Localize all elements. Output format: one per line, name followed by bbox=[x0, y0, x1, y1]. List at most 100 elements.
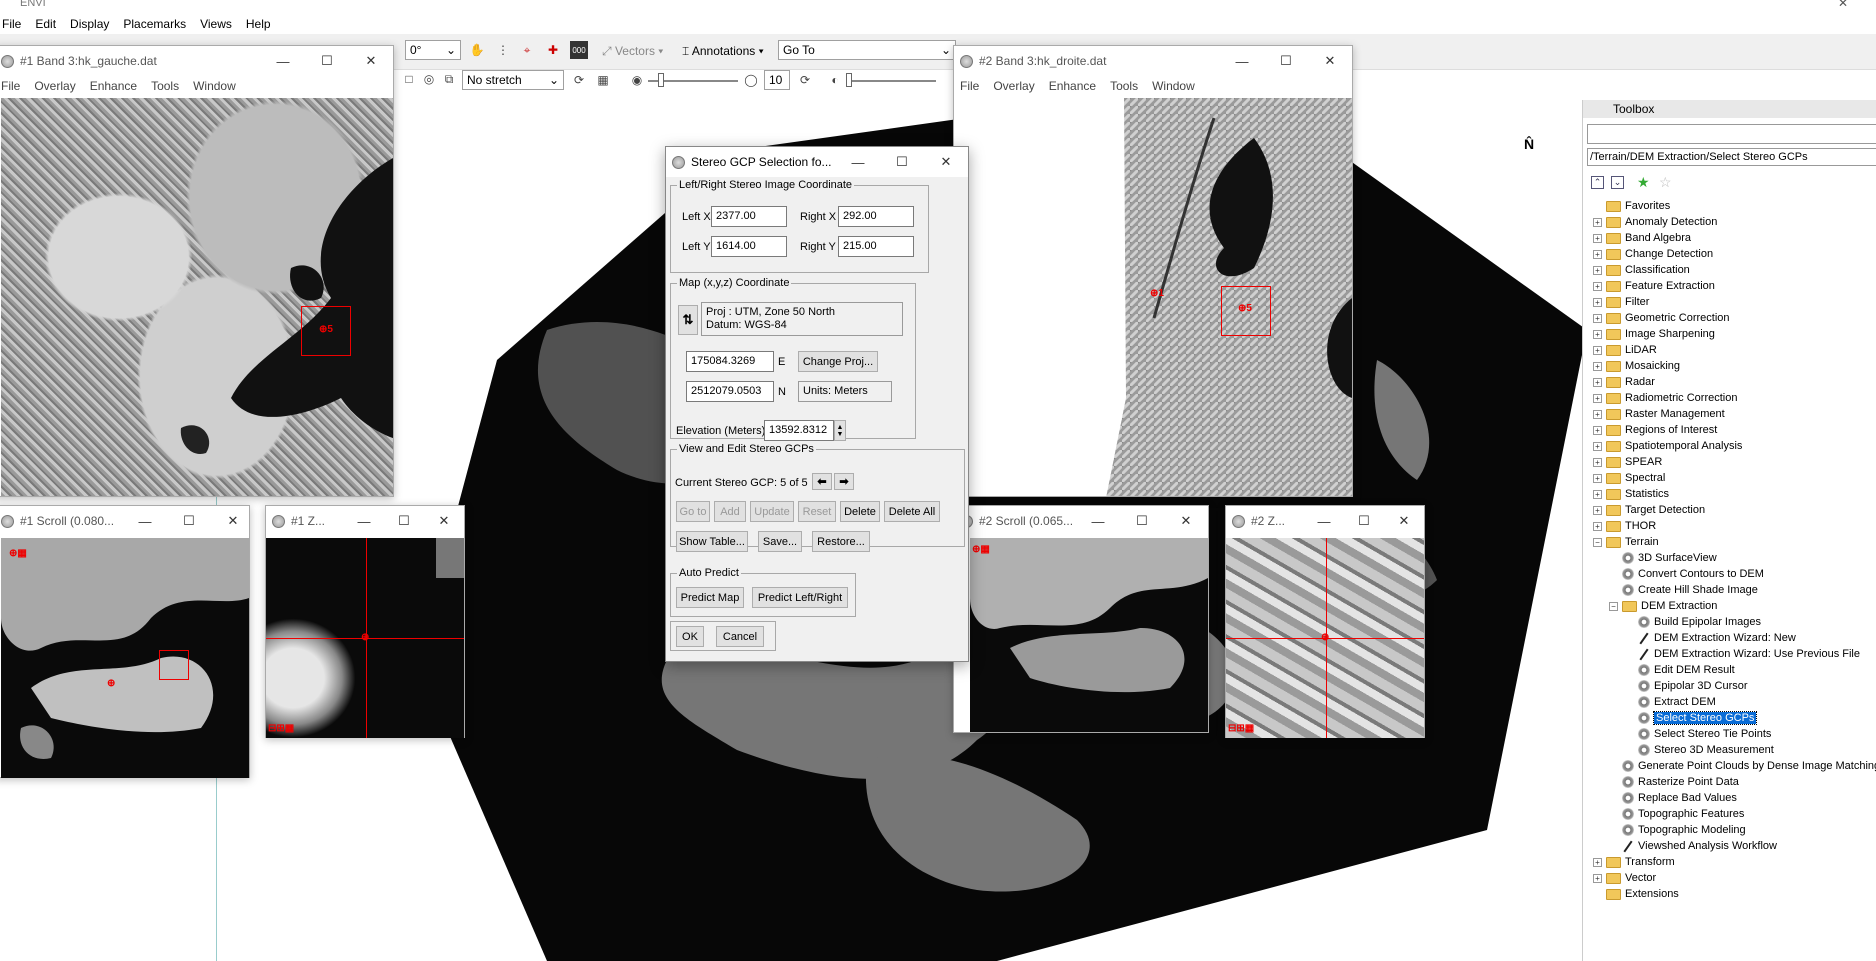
tree-item[interactable]: Replace Bad Values bbox=[1609, 792, 1737, 804]
tree-item[interactable]: Favorites bbox=[1593, 200, 1670, 212]
expand-icon[interactable]: + bbox=[1593, 425, 1602, 435]
maximize-icon[interactable]: ☐ bbox=[880, 147, 924, 177]
zoom-view[interactable]: ⊕ ⊟⊞▦ bbox=[266, 538, 464, 738]
show-table-button[interactable]: Show Table... bbox=[676, 531, 748, 552]
maximize-icon[interactable]: ☐ bbox=[384, 506, 424, 536]
pan-icon[interactable]: ✋ bbox=[468, 41, 486, 59]
save-button[interactable]: Save... bbox=[758, 531, 802, 552]
elevation-spinner[interactable]: ▲ ▼ bbox=[834, 420, 846, 441]
brightness-slider[interactable] bbox=[648, 73, 738, 87]
crosshair-icon[interactable]: ⌖ bbox=[518, 41, 536, 59]
tree-item[interactable]: Build Epipolar Images bbox=[1625, 616, 1761, 628]
menu-file[interactable]: File bbox=[960, 79, 979, 93]
refresh-icon[interactable]: ⟳ bbox=[570, 71, 588, 89]
prev-gcp-button[interactable]: ⬅ bbox=[812, 473, 832, 490]
expand-icon[interactable]: + bbox=[1593, 345, 1602, 355]
zoom-controls-icon[interactable]: ⊟⊞▦ bbox=[268, 723, 294, 734]
minimize-icon[interactable]: — bbox=[1220, 46, 1264, 76]
maximize-icon[interactable]: ☐ bbox=[305, 46, 349, 76]
add-button[interactable]: Add bbox=[714, 501, 746, 522]
vectors-dropdown[interactable]: ⤢ Vectors ▾ bbox=[602, 44, 663, 59]
easting-field[interactable]: 175084.3269 bbox=[686, 351, 774, 372]
tree-item[interactable]: + Mosaicking bbox=[1593, 360, 1680, 372]
menu-tools[interactable]: Tools bbox=[151, 79, 179, 93]
swap-arrows-button[interactable]: ⇅ bbox=[678, 305, 698, 335]
expand-icon[interactable]: + bbox=[1593, 377, 1602, 387]
change-proj-button[interactable]: Change Proj... bbox=[798, 351, 878, 372]
image-view[interactable]: ⊕5 bbox=[1, 98, 393, 496]
tree-item[interactable]: DEM Extraction Wizard: New bbox=[1625, 632, 1796, 644]
tree-item[interactable]: + SPEAR bbox=[1593, 456, 1662, 468]
minimize-icon[interactable]: — bbox=[836, 147, 880, 177]
tree-item[interactable]: Epipolar 3D Cursor bbox=[1625, 680, 1748, 692]
tree-item[interactable]: − Terrain bbox=[1593, 536, 1659, 548]
collapse-icon[interactable]: − bbox=[1593, 537, 1602, 547]
expand-icon[interactable]: + bbox=[1593, 857, 1602, 867]
expand-icon[interactable]: + bbox=[1593, 393, 1602, 403]
gcp-icon[interactable]: ✚ bbox=[544, 41, 562, 59]
zoom-view[interactable]: ⊕ ⊟⊞▦ bbox=[1226, 538, 1424, 738]
menu-tools[interactable]: Tools bbox=[1110, 79, 1138, 93]
predict-map-button[interactable]: Predict Map bbox=[676, 587, 744, 608]
next-gcp-button[interactable]: ➡ bbox=[834, 473, 854, 490]
tree-item[interactable]: Topographic Modeling bbox=[1609, 824, 1746, 836]
close-icon[interactable]: ✕ bbox=[1164, 506, 1208, 536]
goto-field[interactable]: Go To ⌄ bbox=[778, 40, 956, 60]
histogram-icon[interactable]: ▦ bbox=[594, 71, 612, 89]
gcp-marker[interactable]: ⊕5 bbox=[1238, 303, 1252, 314]
tree-item[interactable]: + Feature Extraction bbox=[1593, 280, 1715, 292]
close-icon[interactable]: ✕ bbox=[924, 147, 968, 177]
rotation-select[interactable]: 0° ⌄ bbox=[405, 40, 461, 60]
left-y-field[interactable]: 1614.00 bbox=[711, 236, 787, 257]
right-x-field[interactable]: 292.00 bbox=[838, 206, 914, 227]
brightness-icon[interactable]: ◉ bbox=[628, 71, 646, 89]
menu-edit[interactable]: Edit bbox=[35, 17, 56, 31]
expand-icon[interactable]: + bbox=[1593, 361, 1602, 371]
expand-icon[interactable]: + bbox=[1593, 297, 1602, 307]
right-y-field[interactable]: 215.00 bbox=[838, 236, 914, 257]
tree-item[interactable]: Extract DEM bbox=[1625, 696, 1716, 708]
toolbox-search-input[interactable] bbox=[1587, 124, 1876, 144]
minimize-icon[interactable]: — bbox=[261, 46, 305, 76]
tree-item[interactable]: + Radiometric Correction bbox=[1593, 392, 1737, 404]
tree-item[interactable]: + Regions of Interest bbox=[1593, 424, 1717, 436]
northing-field[interactable]: 2512079.0503 bbox=[686, 381, 774, 402]
expand-icon[interactable]: ⌄ bbox=[1611, 176, 1624, 189]
tree-item[interactable]: Stereo 3D Measurement bbox=[1625, 744, 1774, 756]
close-icon[interactable]: ✕ bbox=[1384, 506, 1424, 536]
tree-item[interactable]: DEM Extraction Wizard: Use Previous File bbox=[1625, 648, 1860, 660]
expand-icon[interactable]: + bbox=[1593, 313, 1602, 323]
tree-item[interactable]: + Filter bbox=[1593, 296, 1649, 308]
minimize-icon[interactable]: — bbox=[1076, 506, 1120, 536]
expand-icon[interactable]: + bbox=[1593, 217, 1602, 227]
scroll-view[interactable]: ⊕▦ ⊕ bbox=[1, 538, 249, 778]
transparency-slider[interactable] bbox=[846, 73, 936, 87]
tree-item[interactable]: Topographic Features bbox=[1609, 808, 1744, 820]
menu-overlay[interactable]: Overlay bbox=[993, 79, 1034, 93]
minimize-icon[interactable]: — bbox=[123, 506, 167, 536]
menu-file[interactable]: File bbox=[1, 79, 20, 93]
measure-icon[interactable]: ⋮ bbox=[494, 41, 512, 59]
close-icon[interactable]: ✕ bbox=[1838, 0, 1848, 10]
menu-placemarks[interactable]: Placemarks bbox=[123, 17, 186, 31]
expand-icon[interactable]: + bbox=[1593, 329, 1602, 339]
expand-icon[interactable]: + bbox=[1593, 233, 1602, 243]
close-icon[interactable]: ✕ bbox=[211, 506, 255, 536]
expand-icon[interactable]: + bbox=[1593, 473, 1602, 483]
expand-icon[interactable]: + bbox=[1593, 409, 1602, 419]
tree-item[interactable]: Rasterize Point Data bbox=[1609, 776, 1739, 788]
tree-item[interactable]: + Geometric Correction bbox=[1593, 312, 1730, 324]
minimize-icon[interactable]: — bbox=[1304, 506, 1344, 536]
star-add-icon[interactable]: ★ bbox=[1637, 174, 1650, 191]
predict-left-right-button[interactable]: Predict Left/Right bbox=[752, 587, 848, 608]
expand-icon[interactable]: + bbox=[1593, 521, 1602, 531]
menu-views[interactable]: Views bbox=[200, 17, 232, 31]
select-icon[interactable]: □ bbox=[400, 70, 418, 88]
left-x-field[interactable]: 2377.00 bbox=[711, 206, 787, 227]
expand-icon[interactable]: + bbox=[1593, 265, 1602, 275]
tree-item[interactable]: − DEM Extraction bbox=[1609, 600, 1717, 612]
maximize-icon[interactable]: ☐ bbox=[167, 506, 211, 536]
crosshair-icon[interactable]: ◎ bbox=[420, 70, 438, 88]
delete-all-button[interactable]: Delete All bbox=[884, 501, 940, 522]
tree-item[interactable]: Generate Point Clouds by Dense Image Mat… bbox=[1609, 760, 1876, 772]
